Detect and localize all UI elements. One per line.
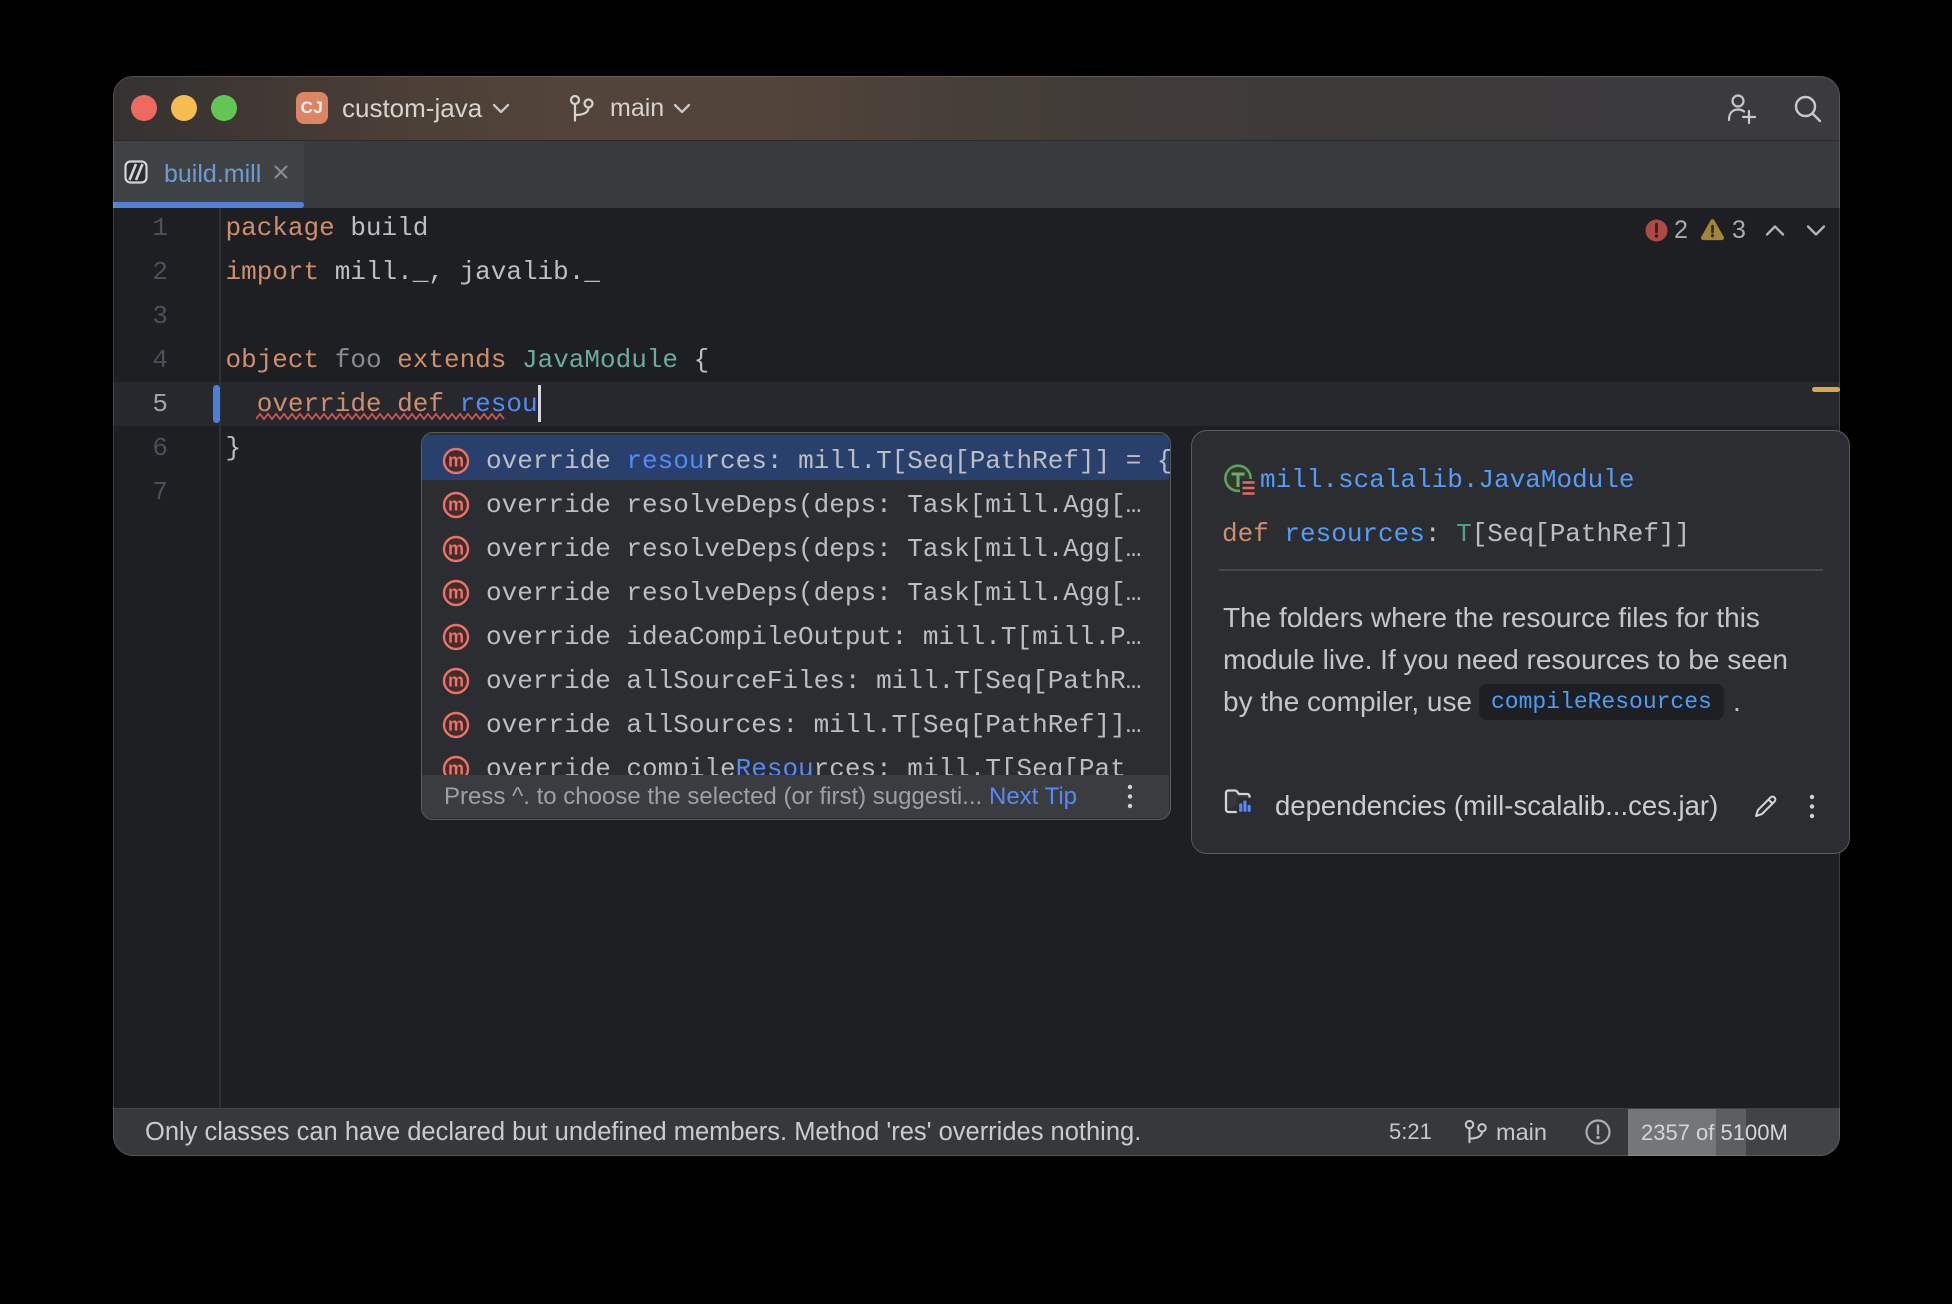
svg-text:m: m [448,583,464,603]
svg-text:m: m [448,495,464,515]
svg-text:m: m [448,715,464,735]
svg-text:m: m [448,671,464,691]
svg-text:m: m [448,627,464,647]
svg-text:m: m [448,451,464,471]
svg-text:m: m [448,539,464,559]
